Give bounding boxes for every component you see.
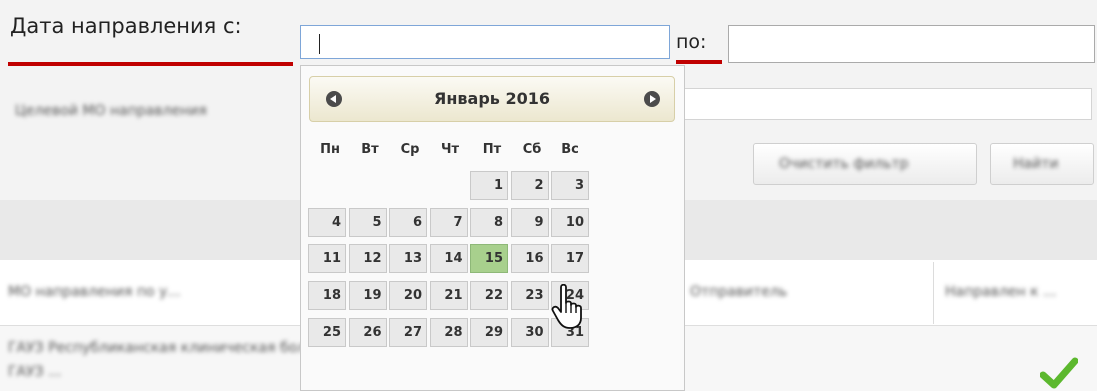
date-to-label: по: — [676, 31, 707, 53]
text-caret — [319, 34, 320, 54]
weekday-label: Пт — [482, 142, 502, 157]
day-cell[interactable]: 8 — [470, 207, 508, 237]
hand-pointer-icon — [551, 284, 582, 329]
day-cell[interactable]: 18 — [308, 281, 346, 311]
day-cell[interactable]: 23 — [510, 281, 549, 311]
day-cell[interactable]: 21 — [429, 281, 468, 311]
column-divider — [933, 262, 934, 324]
date-from-input[interactable] — [300, 25, 670, 59]
day-cell[interactable]: 17 — [551, 244, 589, 274]
target-mo-input[interactable] — [680, 88, 1092, 120]
datepicker-popup: Январь 2016 Пн Вт Ср Чт Пт Сб Вс 1234567… — [300, 65, 685, 391]
chevron-right-circle-icon[interactable] — [644, 91, 660, 107]
clear-filter-label: Очистить фильтр — [779, 156, 909, 172]
day-cell[interactable]: 3 — [551, 171, 589, 200]
date-to-input[interactable] — [728, 25, 1095, 63]
find-label: Найти — [1013, 156, 1059, 172]
check-icon — [1040, 357, 1078, 389]
table-cell: Направлен к ... — [945, 284, 1057, 300]
day-cell[interactable]: 9 — [510, 207, 549, 237]
day-cell[interactable]: 1 — [470, 171, 508, 200]
table-cell: Отправитель — [690, 284, 788, 300]
weekday-label: Чт — [440, 142, 460, 157]
day-grid: 1 2 3 4 5 6 7 8 9 10 11 12 13 14 15 16 17 18 19 20 21 22 23 24 2… — [308, 171, 678, 389]
datepicker-header: Январь 2016 — [309, 76, 675, 122]
day-cell[interactable]: 13 — [389, 244, 427, 274]
day-cell[interactable]: 27 — [389, 317, 427, 347]
table-cell: МО направления по у... — [8, 284, 181, 300]
day-cell[interactable]: 6 — [389, 207, 427, 237]
day-cell[interactable]: 14 — [429, 244, 468, 274]
weekday-label: Ср — [400, 142, 420, 157]
weekday-label: Пн — [320, 142, 340, 157]
day-cell[interactable]: 26 — [348, 317, 387, 347]
day-cell[interactable]: 29 — [470, 317, 508, 347]
day-cell[interactable]: 11 — [308, 244, 346, 274]
day-cell[interactable]: 5 — [348, 207, 387, 237]
day-cell[interactable]: 25 — [308, 317, 346, 347]
day-cell[interactable]: 16 — [510, 244, 549, 274]
target-mo-label: Целевой МО направления — [15, 103, 207, 119]
date-from-label: Дата направления с: — [10, 14, 242, 38]
find-button[interactable]: Найти — [990, 143, 1094, 185]
day-cell[interactable]: 2 — [510, 171, 549, 200]
day-cell[interactable]: 20 — [389, 281, 427, 311]
clear-filter-button[interactable]: Очистить фильтр — [753, 143, 977, 185]
table-cell: ГАУЗ ... — [8, 364, 62, 380]
day-cell[interactable]: 7 — [429, 207, 468, 237]
day-cell[interactable]: 10 — [551, 207, 589, 237]
weekday-label: Вт — [361, 142, 379, 157]
day-cell-selected[interactable]: 15 — [470, 244, 508, 274]
date-to-underline — [676, 60, 722, 64]
day-cell[interactable]: 12 — [348, 244, 387, 274]
month-title: Январь 2016 — [434, 89, 550, 108]
weekday-label: Вс — [561, 142, 579, 157]
date-from-underline — [8, 62, 293, 66]
day-cell[interactable]: 22 — [470, 281, 508, 311]
day-cell[interactable]: 28 — [429, 317, 468, 347]
day-cell[interactable]: 4 — [308, 207, 346, 237]
day-cell[interactable]: 30 — [510, 317, 549, 347]
day-cell[interactable]: 19 — [348, 281, 387, 311]
